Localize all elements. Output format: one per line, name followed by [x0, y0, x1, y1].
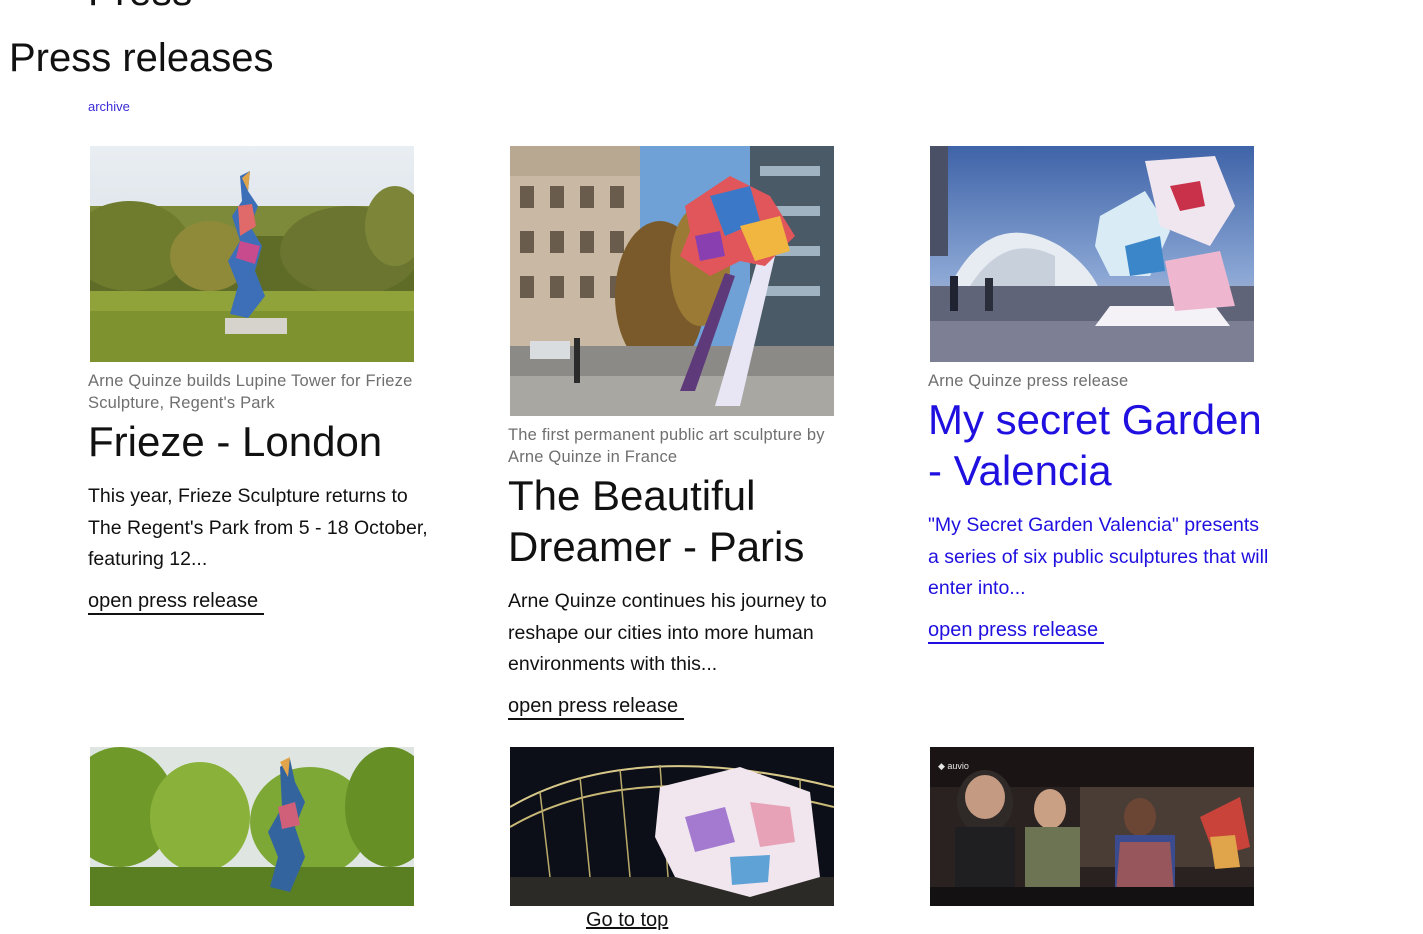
press-card-row2-2 [508, 747, 853, 906]
press-image-row2-3[interactable]: ◆ auvio [930, 747, 1254, 906]
press-image-row2-2[interactable] [510, 747, 834, 906]
press-image-secret-garden[interactable] [930, 146, 1254, 362]
press-card-secret-garden-valencia: Arne Quinze press release My secret Gard… [928, 146, 1273, 644]
press-card-row2-3: ◆ auvio [928, 747, 1273, 906]
press-image-frieze-london[interactable] [90, 146, 414, 362]
press-excerpt: "My Secret Garden Valencia" presents a s… [928, 514, 1269, 599]
press-kicker: The first permanent public art sculpture… [508, 426, 825, 466]
press-excerpt: This year, Frieze Sculpture returns to T… [88, 485, 428, 570]
section-title: Press [88, 0, 193, 12]
go-to-top-link[interactable]: Go to top [586, 906, 669, 934]
press-headline[interactable]: My secret Garden - Valencia [928, 394, 1273, 496]
page-title: Press releases [9, 36, 274, 80]
press-card-row2-1 [88, 747, 433, 906]
svg-text:◆ auvio: ◆ auvio [938, 761, 969, 771]
press-kicker: Arne Quinze builds Lupine Tower for Frie… [88, 372, 413, 412]
open-press-release-link[interactable]: open press release [508, 694, 685, 720]
press-kicker: Arne Quinze press release [928, 372, 1129, 390]
press-excerpt: Arne Quinze continues his journey to res… [508, 590, 827, 675]
archive-link[interactable]: archive [88, 99, 130, 114]
press-card-frieze-london: Arne Quinze builds Lupine Tower for Frie… [88, 146, 433, 615]
press-card-beautiful-dreamer-paris: The first permanent public art sculpture… [508, 146, 853, 720]
press-image-beautiful-dreamer[interactable] [510, 146, 834, 416]
press-image-row2-1[interactable] [90, 747, 414, 906]
open-press-release-link[interactable]: open press release [88, 589, 265, 615]
open-press-release-link[interactable]: open press release [928, 618, 1105, 644]
press-headline[interactable]: The Beautiful Dreamer - Paris [508, 470, 853, 572]
press-headline[interactable]: Frieze - London [88, 416, 433, 467]
